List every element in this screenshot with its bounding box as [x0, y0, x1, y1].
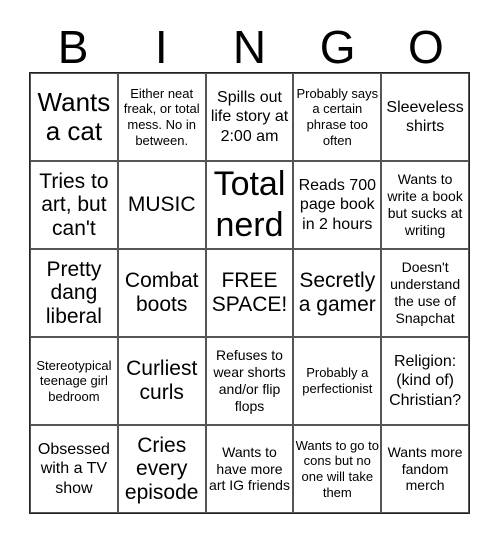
bingo-cell-text: Wants a cat [37, 86, 111, 146]
bingo-cell[interactable]: Wants a cat [30, 73, 118, 161]
bingo-cell[interactable]: Either neat freak, or total mess. No in … [117, 73, 206, 161]
bingo-cell[interactable]: Tries to art, but can't [30, 161, 118, 249]
bingo-cell[interactable]: Curliest curls [117, 337, 206, 425]
bingo-cell[interactable]: Stereotypical teenage girl bedroom [30, 337, 118, 425]
bingo-cell-text: Spills out life story at 2:00 am [210, 89, 289, 145]
bingo-header: B I N G O [29, 22, 470, 72]
bingo-cell-text: Obsessed with a TV show [37, 441, 110, 497]
bingo-cell-text: Sleeveless shirts [386, 98, 464, 135]
bingo-cell[interactable]: Sleeveless shirts [381, 73, 469, 161]
bingo-cell[interactable]: Cries every episode [117, 425, 206, 513]
bingo-cell-text: Total nerd [213, 165, 286, 244]
bingo-cell[interactable]: Wants to have more art IG friends [205, 425, 294, 513]
bingo-cell-text: Pretty dang liberal [45, 257, 102, 328]
bingo-cell[interactable]: Total nerd [205, 161, 294, 249]
bingo-cell[interactable]: Pretty dang liberal [30, 249, 118, 337]
bingo-cell[interactable]: Religion: (kind of) Christian? [381, 337, 469, 425]
bingo-cell[interactable]: Wants to go to cons but no one will take… [293, 425, 382, 513]
bingo-cell-text: Curliest curls [126, 357, 198, 404]
bingo-cell-text: Wants to have more art IG friends [209, 443, 290, 494]
header-letter-g: G [319, 21, 356, 73]
bingo-grid: Wants a cat Either neat freak, or total m… [29, 72, 470, 514]
bingo-cell[interactable]: Refuses to wear shorts and/or flip flops [205, 337, 294, 425]
bingo-cell-text: Probably says a certain phrase too often [296, 85, 379, 148]
bingo-cell[interactable]: Doesn't understand the use of Snapchat [381, 249, 469, 337]
bingo-cell-text: Stereotypical teenage girl bedroom [36, 357, 112, 404]
bingo-cell-text: FREE SPACE! [211, 269, 288, 316]
bingo-cell-text: Combat boots [124, 269, 199, 316]
bingo-cell-text: Either neat freak, or total mess. No in … [123, 85, 200, 148]
header-letter-b: B [57, 21, 89, 73]
bingo-cell-text: Reads 700 page book in 2 hours [298, 177, 376, 233]
bingo-cell-text: Wants to write a book but sucks at writi… [387, 171, 463, 238]
bingo-cell-text: Probably a perfectionist [302, 365, 373, 396]
bingo-cell[interactable]: Obsessed with a TV show [30, 425, 118, 513]
bingo-cell[interactable]: Wants more fandom merch [381, 425, 469, 513]
header-letter-o: O [408, 21, 444, 73]
header-letter-n: N [232, 21, 267, 73]
header-letter-i: I [154, 21, 168, 73]
bingo-cell[interactable]: Wants to write a book but sucks at writi… [381, 161, 469, 249]
bingo-cell-text: Wants to go to cons but no one will take… [295, 437, 379, 500]
bingo-cell[interactable]: MUSIC [117, 161, 206, 249]
bingo-cell[interactable]: Probably a perfectionist [293, 337, 382, 425]
bingo-cell-text: Doesn't understand the use of Snapchat [390, 259, 461, 326]
bingo-cell-text: Tries to art, but can't [39, 169, 109, 240]
bingo-cell[interactable]: Probably says a certain phrase too often [293, 73, 382, 161]
bingo-cell[interactable]: Combat boots [117, 249, 206, 337]
bingo-cell-text: Wants more fandom merch [387, 443, 463, 494]
bingo-cell-text: Secretly a gamer [298, 269, 376, 316]
bingo-cell-text: Cries every episode [124, 433, 199, 504]
bingo-cell[interactable]: Spills out life story at 2:00 am [205, 73, 294, 161]
bingo-cell[interactable]: Reads 700 page book in 2 hours [293, 161, 382, 249]
bingo-cell-text: MUSIC [127, 193, 196, 217]
bingo-cell[interactable]: Secretly a gamer [293, 249, 382, 337]
free-space-cell[interactable]: FREE SPACE! [205, 249, 294, 337]
bingo-cell-text: Religion: (kind of) Christian? [389, 353, 462, 409]
bingo-cell-text: Refuses to wear shorts and/or flip flops [213, 347, 286, 414]
